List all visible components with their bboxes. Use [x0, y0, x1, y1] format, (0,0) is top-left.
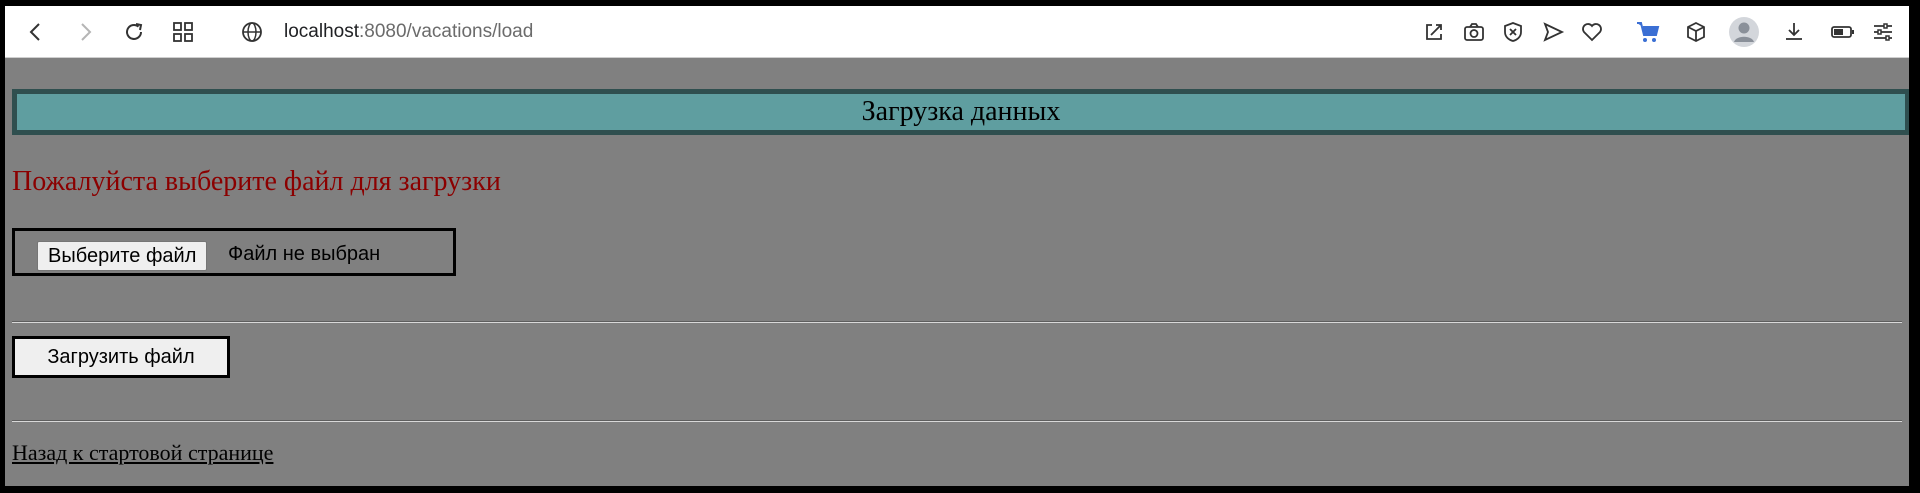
battery-icon[interactable] — [1829, 18, 1857, 46]
page-content: Загрузка данных Пожалуйста выберите файл… — [5, 58, 1909, 486]
file-input-container: Выберите файл Файл не выбран — [12, 228, 456, 276]
divider — [12, 420, 1902, 422]
address-bar[interactable]: localhost:8080/vacations/load — [284, 20, 533, 44]
browser-window: localhost:8080/vacations/load Загрузка д… — [5, 6, 1909, 486]
reload-icon[interactable] — [120, 18, 148, 46]
send-icon[interactable] — [1539, 18, 1567, 46]
share-edit-icon[interactable] — [1420, 18, 1448, 46]
url-path: :8080/vacations/load — [359, 21, 534, 42]
file-status-text: Файл не выбран — [228, 243, 381, 265]
forward-icon[interactable] — [71, 18, 99, 46]
profile-icon[interactable] — [1728, 16, 1760, 48]
cart-icon[interactable] — [1634, 18, 1662, 46]
camera-icon[interactable] — [1460, 18, 1488, 46]
apps-grid-icon[interactable] — [169, 18, 197, 46]
shield-x-icon[interactable] — [1499, 18, 1527, 46]
browser-toolbar: localhost:8080/vacations/load — [5, 6, 1909, 58]
download-icon[interactable] — [1780, 18, 1808, 46]
box-icon[interactable] — [1682, 18, 1710, 46]
heart-icon[interactable] — [1578, 18, 1606, 46]
settings-sliders-icon[interactable] — [1869, 18, 1897, 46]
divider — [12, 321, 1902, 323]
page-header: Загрузка данных — [12, 89, 1909, 135]
site-info-globe-icon[interactable] — [238, 18, 266, 46]
url-host: localhost — [284, 21, 359, 42]
back-to-start-link[interactable]: Назад к стартовой странице — [12, 440, 273, 466]
page-title: Загрузка данных — [861, 96, 1061, 127]
upload-file-button[interactable]: Загрузить файл — [12, 336, 230, 378]
choose-file-button[interactable]: Выберите файл — [37, 241, 208, 271]
select-file-prompt: Пожалуйста выберите файл для загрузки — [12, 166, 501, 197]
back-icon[interactable] — [22, 18, 50, 46]
